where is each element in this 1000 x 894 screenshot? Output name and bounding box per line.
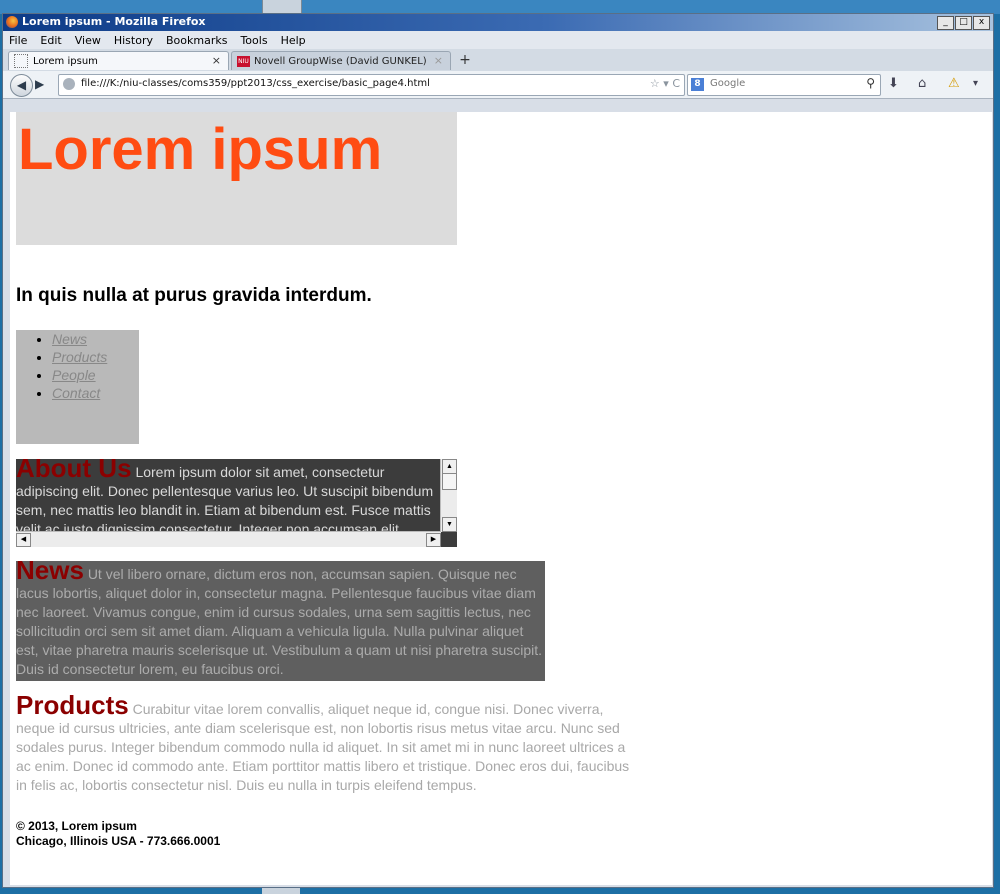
news-section: News Ut vel libero ornare, dictum eros n… [16, 561, 545, 681]
url-bar-actions: ☆ ▾ C [650, 77, 680, 90]
scroll-down-icon[interactable]: ▼ [442, 517, 457, 532]
menu-edit[interactable]: Edit [40, 34, 61, 47]
site-navigation: News Products People Contact [16, 330, 139, 444]
menu-history[interactable]: History [114, 34, 153, 47]
nav-link-news[interactable]: News [52, 331, 87, 347]
search-placeholder: Google [710, 78, 746, 89]
navigation-toolbar: ◀ ▶ file:///K:/niu-classes/coms359/ppt20… [3, 71, 993, 99]
search-bar[interactable]: 8 Google ⚲ [687, 74, 881, 96]
scroll-right-icon[interactable]: ▶ [426, 533, 441, 547]
window-title: Lorem ipsum - Mozilla Firefox [22, 15, 206, 28]
close-button[interactable]: x [973, 16, 990, 30]
menu-bar: File Edit View History Bookmarks Tools H… [3, 31, 993, 49]
niu-logo-icon: NIU [237, 55, 250, 67]
page-content: Lorem ipsum In quis nulla at purus gravi… [10, 112, 992, 885]
nav-link-people[interactable]: People [52, 367, 96, 383]
browser-window: Lorem ipsum - Mozilla Firefox _ □ x File… [2, 13, 994, 888]
search-icon[interactable]: ⚲ [866, 76, 875, 90]
menu-help[interactable]: Help [281, 34, 306, 47]
tab-close-icon[interactable]: × [212, 54, 221, 67]
forward-button[interactable]: ▶ [35, 76, 53, 93]
nav-item: Contact [52, 384, 139, 402]
tab-lorem-ipsum[interactable]: Lorem ipsum × [8, 51, 229, 70]
menu-tools[interactable]: Tools [240, 34, 267, 47]
about-heading: About Us [16, 459, 132, 483]
horizontal-scrollbar[interactable]: ◀ ▶ [16, 531, 441, 547]
footer-copyright: © 2013, Lorem ipsum [16, 819, 137, 833]
url-text: file:///K:/niu-classes/coms359/ppt2013/c… [81, 78, 430, 89]
download-icon[interactable]: ⬇ [888, 76, 899, 91]
page-footer: © 2013, Lorem ipsum Chicago, Illinois US… [16, 819, 220, 849]
tab-label: Lorem ipsum [33, 55, 98, 67]
globe-icon [63, 78, 75, 90]
nav-item: People [52, 366, 139, 384]
news-text: News Ut vel libero ornare, dictum eros n… [16, 561, 545, 681]
news-heading: News [16, 561, 84, 585]
vertical-scrollbar[interactable]: ▲ ▼ [440, 459, 457, 532]
reload-icon[interactable]: C [672, 77, 680, 90]
page-subheading: In quis nulla at purus gravida interdum. [16, 285, 372, 306]
url-bar[interactable]: file:///K:/niu-classes/coms359/ppt2013/c… [58, 74, 685, 96]
nav-link-contact[interactable]: Contact [52, 385, 100, 401]
about-section[interactable]: About Us Lorem ipsum dolor sit amet, con… [16, 459, 457, 547]
google-icon[interactable]: 8 [691, 78, 704, 91]
maximize-button[interactable]: □ [955, 16, 972, 30]
blank-page-icon [14, 54, 28, 68]
menu-file[interactable]: File [9, 34, 27, 47]
tab-label: Novell GroupWise (David GUNKEL) [254, 55, 427, 67]
window-controls: _ □ x [937, 16, 990, 30]
scroll-thumb[interactable] [442, 473, 457, 490]
firefox-logo-icon [6, 16, 18, 28]
menu-bookmarks[interactable]: Bookmarks [166, 34, 227, 47]
warning-icon[interactable]: ⚠ [948, 76, 960, 91]
tab-close-icon[interactable]: × [434, 54, 443, 67]
footer-address: Chicago, Illinois USA - 773.666.0001 [16, 834, 221, 848]
tab-strip: Lorem ipsum × NIU Novell GroupWise (Davi… [3, 49, 993, 71]
nav-item: News [52, 330, 139, 348]
about-text: About Us Lorem ipsum dolor sit amet, con… [16, 459, 437, 532]
nav-item: Products [52, 348, 139, 366]
tab-groupwise[interactable]: NIU Novell GroupWise (David GUNKEL) × [231, 51, 451, 70]
menu-view[interactable]: View [75, 34, 101, 47]
page-title: Lorem ipsum [18, 117, 383, 182]
products-heading: Products [16, 690, 129, 720]
title-bar: Lorem ipsum - Mozilla Firefox _ □ x [3, 14, 993, 31]
desktop-divider [262, 0, 302, 14]
news-body: Ut vel libero ornare, dictum eros non, a… [16, 566, 543, 677]
dropdown-icon[interactable]: ▾ [663, 77, 669, 90]
new-tab-button[interactable]: + [455, 52, 475, 69]
nav-link-products[interactable]: Products [52, 349, 107, 365]
back-button[interactable]: ◀ [10, 74, 33, 97]
menu-dropdown-icon[interactable]: ▾ [973, 78, 978, 89]
home-icon[interactable]: ⌂ [918, 76, 926, 91]
products-section: Products Curabitur vitae lorem convallis… [16, 692, 636, 795]
scroll-up-icon[interactable]: ▲ [442, 459, 457, 474]
scroll-left-icon[interactable]: ◀ [16, 533, 31, 547]
minimize-button[interactable]: _ [937, 16, 954, 30]
desktop-background [0, 0, 1000, 14]
header-banner: Lorem ipsum [16, 112, 457, 245]
star-bookmark-icon[interactable]: ☆ [650, 77, 660, 90]
